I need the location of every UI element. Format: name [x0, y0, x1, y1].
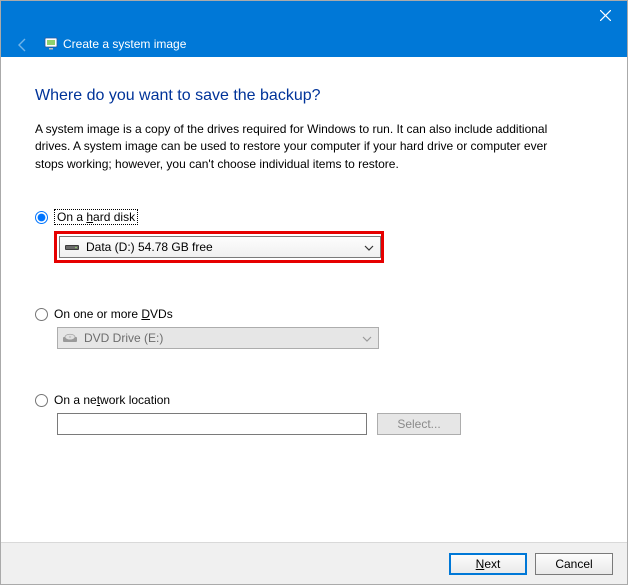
app-icon [43, 35, 59, 51]
close-button[interactable] [595, 5, 615, 25]
chevron-down-icon [362, 331, 372, 345]
window-title: Create a system image [63, 37, 186, 51]
option-network: On a network location Select... [35, 393, 593, 435]
label-text: ext [484, 557, 500, 571]
label-text: ard disk [93, 210, 135, 224]
next-button[interactable]: Next [449, 553, 527, 575]
label-text: On a [57, 210, 86, 224]
label-text: On a ne [54, 393, 97, 407]
hard-disk-dropdown-value: Data (D:) 54.78 GB free [86, 240, 213, 254]
wizard-footer: Next Cancel [1, 542, 627, 584]
network-path-input[interactable] [57, 413, 367, 435]
back-arrow-icon [15, 37, 31, 53]
label-text: VDs [150, 307, 173, 321]
wizard-window: Create a system image Where do you want … [0, 0, 628, 585]
page-description: A system image is a copy of the drives r… [35, 121, 575, 173]
hard-disk-dropdown[interactable]: Data (D:) 54.78 GB free [59, 236, 381, 258]
radio-network[interactable] [35, 394, 48, 407]
page-heading: Where do you want to save the backup? [35, 87, 593, 105]
radio-network-label[interactable]: On a network location [54, 393, 170, 407]
radio-hard-disk[interactable] [35, 211, 48, 224]
hard-disk-highlight: Data (D:) 54.78 GB free [54, 231, 384, 263]
titlebar: Create a system image [1, 1, 627, 57]
radio-hard-disk-label[interactable]: On a hard disk [54, 209, 138, 225]
label-text: On one or more [54, 307, 141, 321]
dvd-dropdown[interactable]: DVD Drive (E:) [57, 327, 379, 349]
radio-dvd-label[interactable]: On one or more DVDs [54, 307, 173, 321]
label-text: work location [100, 393, 170, 407]
hard-drive-icon [64, 240, 80, 254]
close-icon [600, 10, 611, 21]
back-button [15, 37, 31, 53]
option-dvd: On one or more DVDs DVD Drive (E:) [35, 307, 593, 349]
cancel-button[interactable]: Cancel [535, 553, 613, 575]
select-button: Select... [377, 413, 461, 435]
radio-dvd[interactable] [35, 308, 48, 321]
disc-drive-icon [62, 331, 78, 345]
client-area: Where do you want to save the backup? A … [1, 57, 627, 542]
label-accesskey: D [141, 307, 150, 321]
chevron-down-icon [364, 240, 374, 254]
option-hard-disk: On a hard disk Data (D:) 54.78 GB free [35, 209, 593, 263]
dvd-dropdown-value: DVD Drive (E:) [84, 331, 163, 345]
